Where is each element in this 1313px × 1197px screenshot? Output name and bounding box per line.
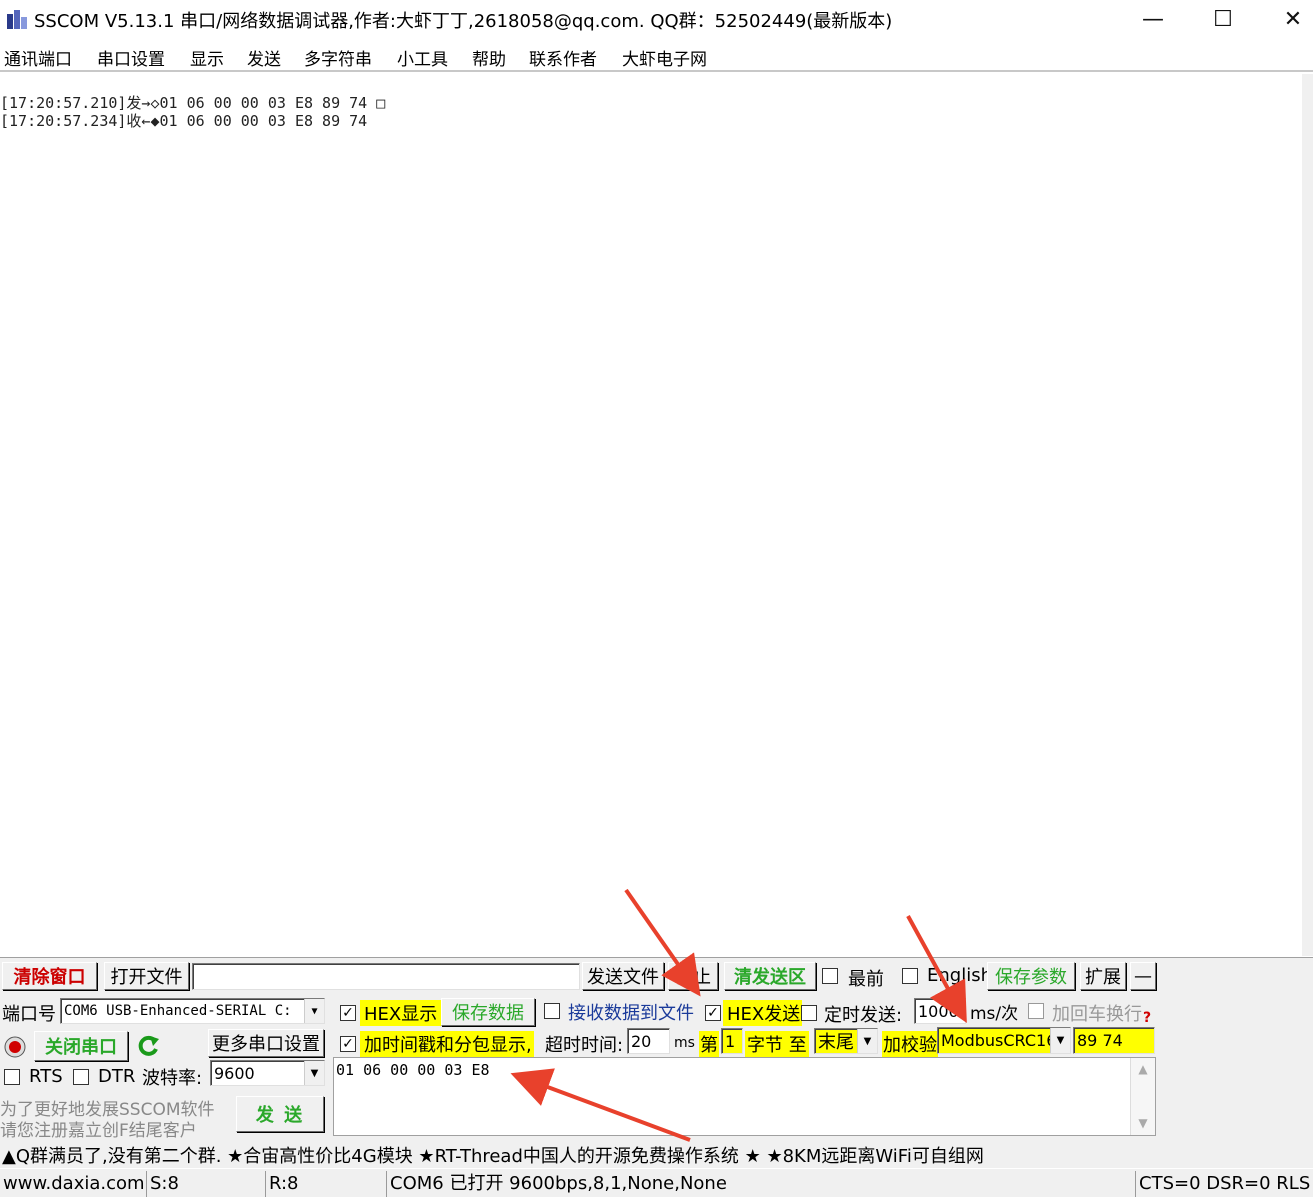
website-link[interactable]: www.daxia.com [0,1171,145,1197]
menu-serial-settings[interactable]: 串口设置 [97,45,165,70]
hex-display-checkbox[interactable]: ✓ [340,1005,356,1021]
menu-help[interactable]: 帮助 [472,45,506,70]
line-status: CTS=0 DSR=0 RLS [1135,1171,1313,1197]
stop-button[interactable]: 停止 [668,962,718,990]
byte-from-input[interactable]: 1 [721,1028,743,1054]
port-select-value: COM6 USB-Enhanced-SERIAL C: [64,1003,292,1019]
timestamp-checkbox[interactable]: ✓ [340,1036,356,1052]
minimize-button[interactable]: — [1118,0,1188,38]
timestamp-label: 加时间戳和分包显示, [360,1031,534,1057]
hex-display-label: HEX显示 [360,1000,446,1026]
checksum-label: 加校验 [882,1031,938,1057]
send-textarea[interactable]: 01 06 00 00 03 E8 [333,1057,1156,1136]
port-status-led-icon [4,1036,26,1058]
window-title: SSCOM V5.13.1 串口/网络数据调试器,作者:大虾丁丁,2618058… [34,11,893,32]
port-select[interactable]: COM6 USB-Enhanced-SERIAL C: ▼ [60,998,325,1024]
interval-unit: ms/次 [970,1004,1019,1024]
menu-tools[interactable]: 小工具 [397,45,448,70]
title-bar[interactable]: SSCOM V5.13.1 串口/网络数据调试器,作者:大虾丁丁,2618058… [0,0,1313,38]
send-scrollbar[interactable]: ▲ ▼ [1130,1058,1155,1135]
expand-button[interactable]: 扩展 [1080,962,1126,990]
checksum-result: 89 74 [1073,1027,1155,1054]
rts-label: RTS [29,1066,63,1087]
sent-count: S:8 [146,1171,264,1197]
byte-to-label: 字节 至 [745,1031,809,1057]
timed-send-checkbox[interactable] [801,1005,817,1021]
collapse-button[interactable]: — [1130,962,1156,990]
menu-contact-author[interactable]: 联系作者 [529,45,597,70]
rts-checkbox[interactable] [4,1069,20,1085]
chevron-down-icon: ▼ [1050,1028,1070,1053]
help-icon[interactable]: ? [1143,1010,1151,1026]
send-text: 01 06 00 00 03 E8 [336,1061,490,1079]
receive-textarea[interactable]: [17:20:57.210]发→◇01 06 00 00 03 E8 89 74… [0,74,1302,956]
save-data-button[interactable]: 保存数据 [441,998,535,1026]
menu-send[interactable]: 发送 [247,45,281,70]
baud-select[interactable]: 9600 ▼ [210,1060,325,1086]
baud-label: 波特率: [142,1068,203,1089]
hex-send-label: HEX发送 [723,1000,803,1026]
recv-to-file-checkbox[interactable] [544,1003,560,1019]
chevron-down-icon: ▼ [857,1029,877,1053]
recv-to-file-label: 接收数据到文件 [568,1003,694,1024]
port-label: 端口号 [2,1004,56,1025]
checksum-value: ModbusCRC16 [941,1031,1057,1050]
timeout-input[interactable]: 20 [627,1028,670,1054]
more-serial-settings-button[interactable]: 更多串口设置 [208,1029,324,1057]
app-icon [7,10,27,29]
send-button[interactable]: 发 送 [236,1096,324,1132]
menu-multi-string[interactable]: 多字符串 [304,45,372,70]
receive-scrollbar[interactable] [1302,74,1313,956]
append-newline-checkbox[interactable] [1028,1003,1044,1019]
maximize-button[interactable]: ☐ [1188,0,1258,38]
dtr-label: DTR [98,1066,136,1087]
promo-line-2: 请您注册嘉立创F结尾客户 [0,1121,197,1141]
english-label: English [927,965,992,986]
status-bar: www.daxia.com S:8 R:8 COM6 已打开 9600bps,8… [0,1169,1313,1197]
menu-display[interactable]: 显示 [190,45,224,70]
received-count: R:8 [265,1171,385,1197]
dtr-checkbox[interactable] [73,1069,89,1085]
menu-daxia-site[interactable]: 大虾电子网 [622,45,707,70]
control-panel: 清除窗口 打开文件 发送文件 停止 清发送区 最前 English 保存参数 扩… [0,957,1313,1141]
save-params-button[interactable]: 保存参数 [987,962,1075,990]
menu-comm-port[interactable]: 通讯端口 [4,45,72,70]
refresh-icon[interactable] [135,1033,161,1059]
byte-to-select[interactable]: 末尾 ▼ [814,1028,878,1054]
chevron-down-icon: ▼ [304,999,324,1023]
file-path-input[interactable] [192,963,580,990]
checksum-select[interactable]: ModbusCRC16 ▼ [937,1027,1071,1054]
log-line-sent: [17:20:57.210]发→◇01 06 00 00 03 E8 89 74… [0,94,386,112]
close-button[interactable]: ✕ [1258,0,1313,38]
english-checkbox[interactable] [902,968,918,984]
send-file-button[interactable]: 发送文件 [582,962,664,990]
append-newline-label: 加回车换行 [1052,1004,1142,1025]
timeout-unit: ms [674,1035,695,1051]
timeout-label: 超时时间: [545,1035,624,1056]
clear-send-button[interactable]: 清发送区 [724,962,816,990]
chevron-down-icon: ▼ [304,1061,324,1085]
byte-to-value: 末尾 [818,1032,854,1053]
marquee-bar[interactable]: ▲Q群满员了,没有第二个群. ★合宙高性价比4G模块 ★RT-Thread中国人… [0,1140,1313,1168]
baud-select-value: 9600 [214,1063,255,1083]
topmost-label: 最前 [848,969,884,990]
hex-send-checkbox[interactable]: ✓ [705,1005,721,1021]
menu-bar: 通讯端口 串口设置 显示 发送 多字符串 小工具 帮助 联系作者 大虾电子网 [0,40,1313,72]
topmost-checkbox[interactable] [822,968,838,984]
clear-window-button[interactable]: 清除窗口 [2,962,97,990]
close-port-button[interactable]: 关闭串口 [34,1031,128,1061]
byte-from-label: 第 [699,1031,719,1057]
log-line-received: [17:20:57.234]收←◆01 06 00 00 03 E8 89 74 [0,112,368,130]
interval-input[interactable]: 1000 [914,998,966,1024]
port-status: COM6 已打开 9600bps,8,1,None,None [386,1171,1134,1197]
timed-send-label: 定时发送: [824,1005,903,1026]
open-file-button[interactable]: 打开文件 [104,962,189,990]
